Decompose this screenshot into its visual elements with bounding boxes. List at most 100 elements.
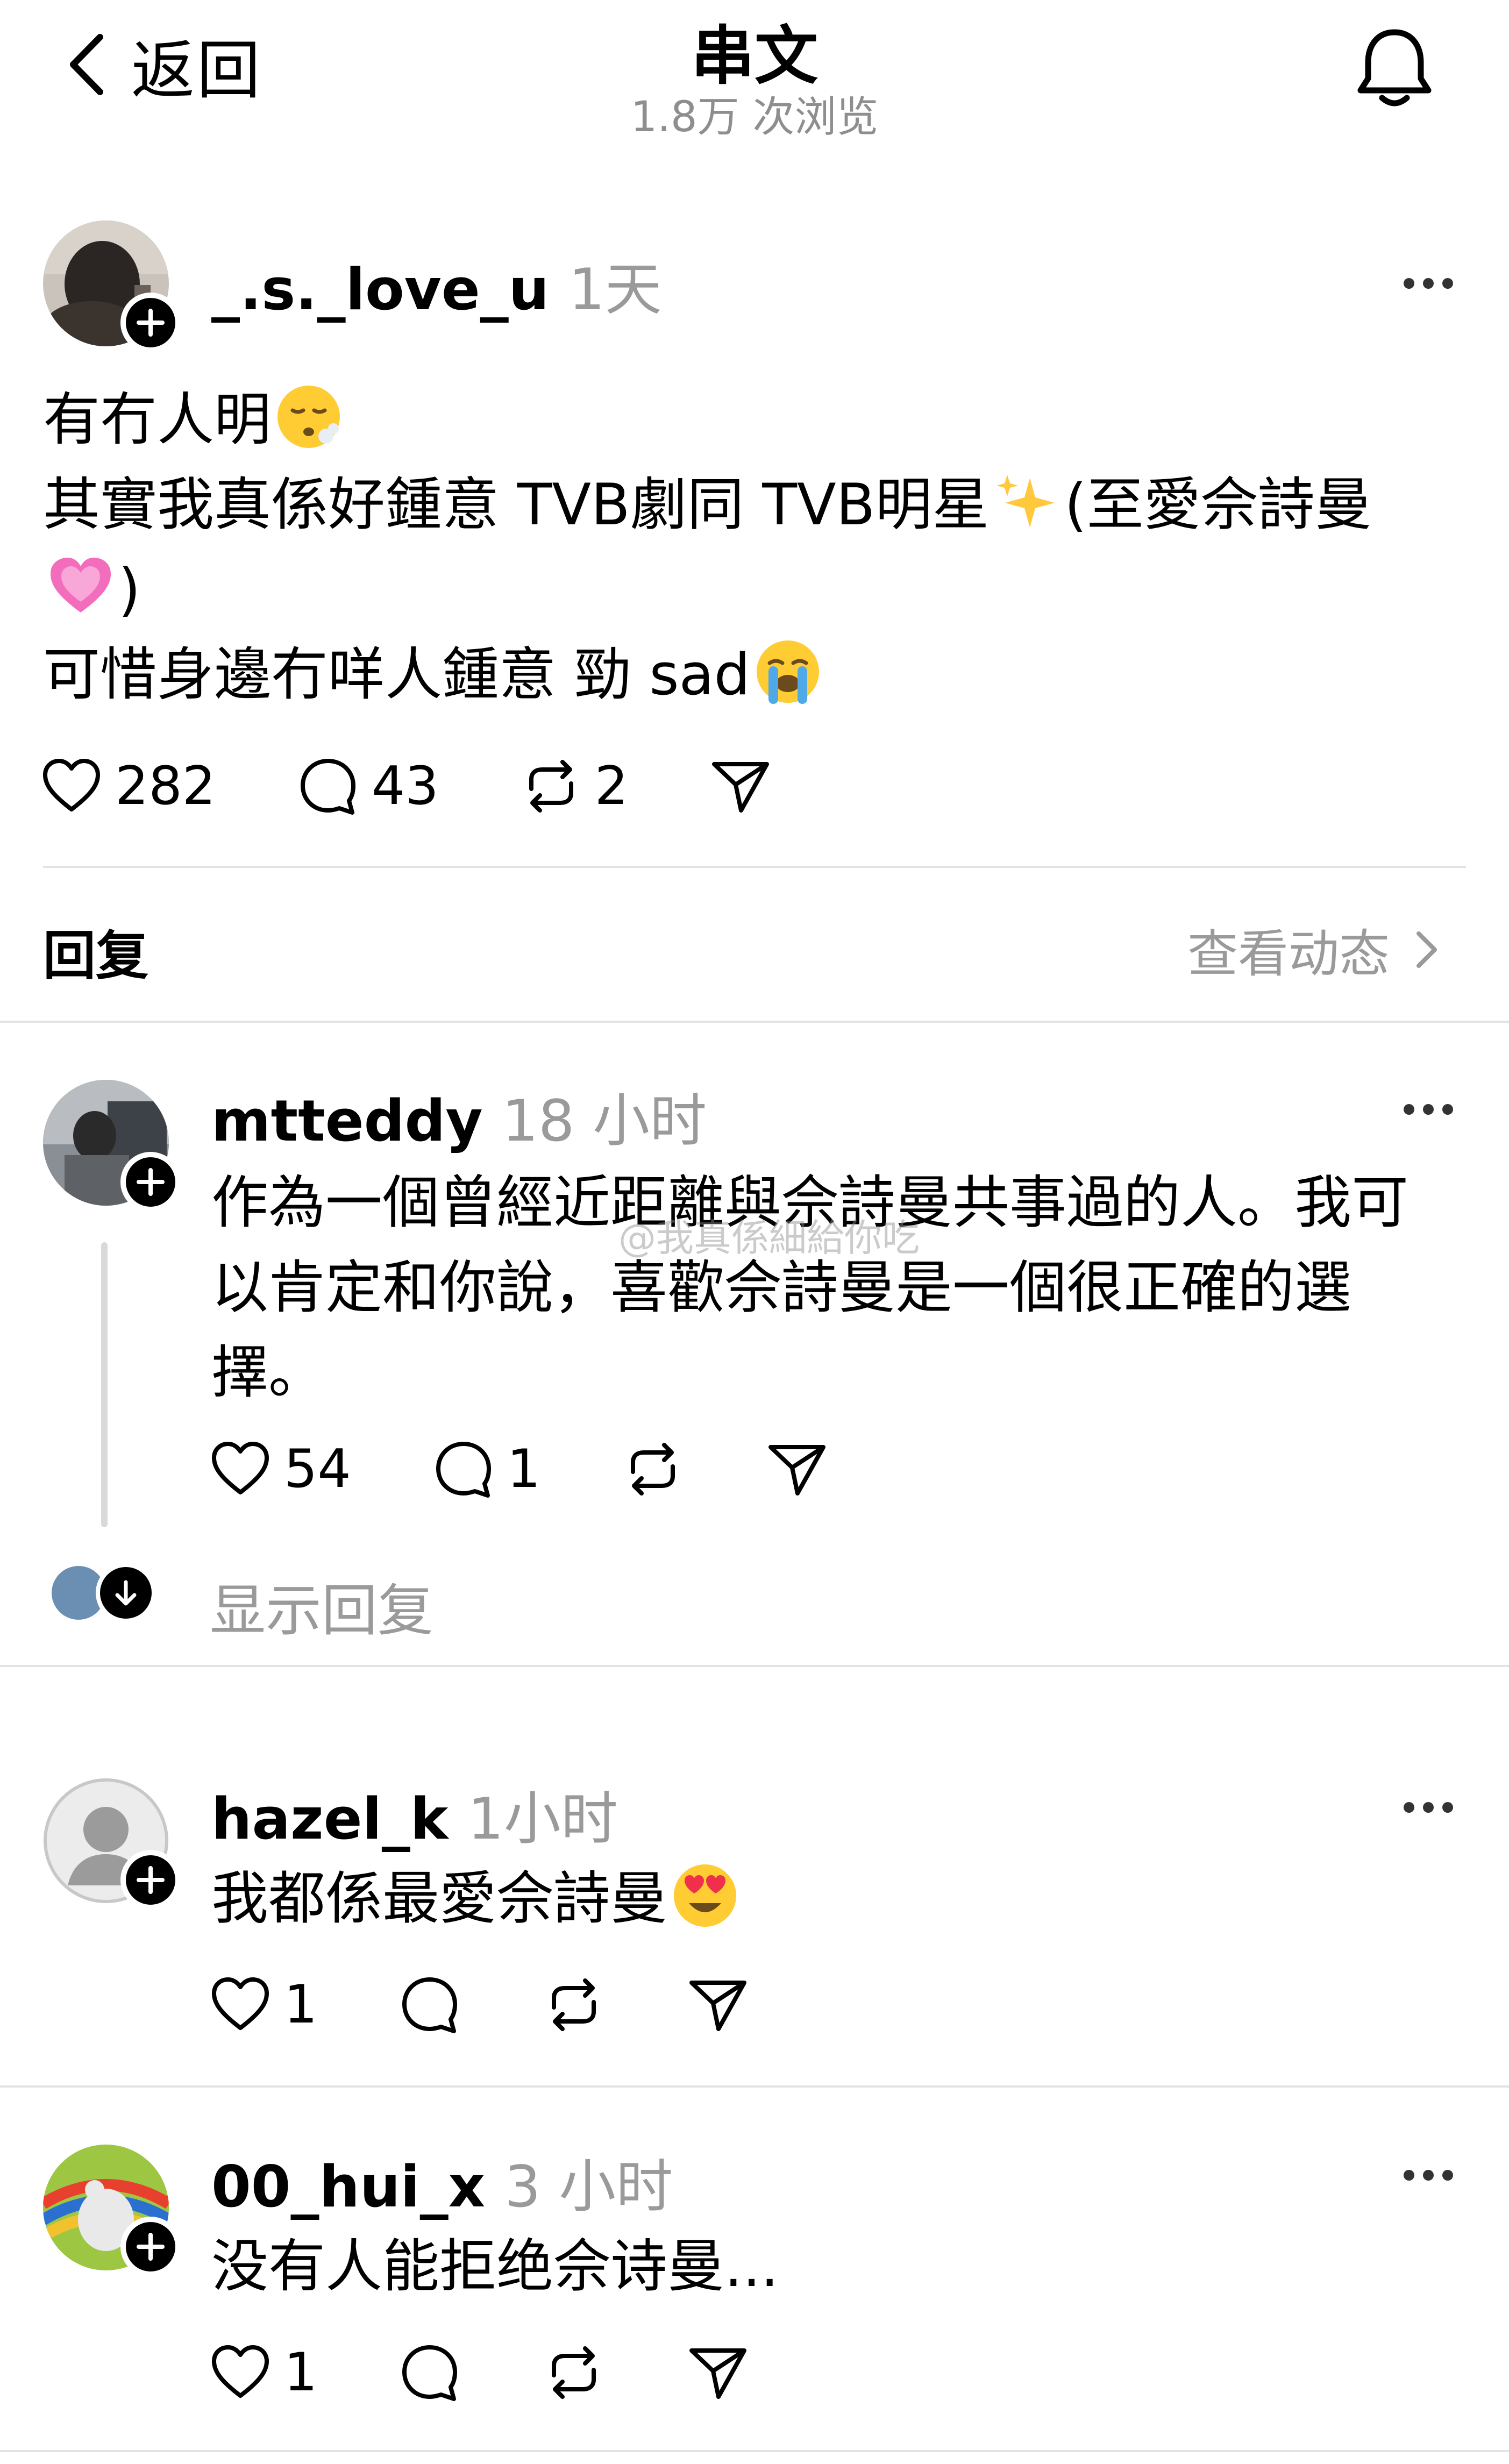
share-button[interactable] [686, 1972, 750, 2037]
send-icon [768, 1445, 826, 1496]
like-button[interactable]: 282 [40, 754, 216, 818]
reply-actions: 1 [209, 1972, 750, 2037]
bell-icon[interactable] [1354, 25, 1435, 111]
post-line: 其實我真係好鍾意 TVB劇同 TVB明星 (至愛佘詩曼 [43, 462, 1372, 547]
more-dots-icon [1404, 2170, 1453, 2181]
like-button[interactable]: 1 [209, 2340, 317, 2405]
comment-count: 43 [372, 756, 439, 817]
share-button[interactable] [686, 2340, 750, 2405]
view-activity-link[interactable]: 查看动态 [1187, 913, 1441, 986]
username[interactable]: mtteddy [211, 1088, 483, 1154]
post-line: 可惜身邊冇咩人鍾意 勁 sad [43, 632, 1372, 717]
comment-bubble-icon [402, 2345, 458, 2401]
comment-bubble-icon [301, 759, 356, 815]
divider [0, 2450, 1509, 2452]
like-count: 1 [284, 2342, 318, 2403]
reply-time: 18 小时 [502, 1088, 707, 1154]
reply-line: 我都係最愛佘詩曼 [211, 1856, 743, 1941]
like-count: 1 [284, 1974, 318, 2035]
reply-line: 擇。 [211, 1340, 325, 1406]
loudly-crying-face-emoji-icon [756, 640, 819, 704]
reply-text: 没有人能拒绝佘诗曼... [211, 2224, 779, 2309]
heart-eyes-emoji-icon [674, 1864, 736, 1927]
top-bar: 返回 串文 1.8万 次浏览 [0, 0, 1509, 145]
heart-icon [212, 2345, 269, 2398]
username[interactable]: _.s._love_u [211, 257, 549, 323]
arrow-down-icon [115, 1580, 137, 1606]
reply-time: 3 小时 [504, 2154, 673, 2220]
replies-heading: 回复 [43, 925, 149, 987]
more-options-button[interactable] [1403, 1799, 1454, 1815]
thread-line [101, 1242, 108, 1527]
comment-bubble-icon [436, 1442, 491, 1498]
send-icon [689, 2348, 747, 2399]
username[interactable]: hazel_k [211, 1786, 448, 1852]
post-line: 有冇人明 [43, 378, 1372, 462]
divider [0, 2085, 1509, 2088]
more-options-button[interactable] [1403, 1101, 1454, 1117]
share-button[interactable] [709, 754, 772, 818]
repost-button[interactable] [542, 2340, 606, 2405]
divider [0, 1665, 1509, 1667]
reply-text: 我都係最愛佘詩曼 [211, 1856, 743, 1941]
plus-icon [137, 309, 165, 337]
post-text: 有冇人明 其實我真係好鍾意 TVB劇同 TVB明星 (至愛佘詩曼 ) 可惜身邊冇咩… [43, 378, 1372, 717]
repost-icon [552, 2346, 596, 2399]
divider [0, 1021, 1509, 1023]
sparkles-emoji-icon [996, 475, 1055, 528]
comment-bubble-icon [402, 1977, 458, 2033]
view-activity-label: 查看动态 [1187, 925, 1390, 984]
like-button[interactable]: 1 [209, 1972, 317, 2037]
more-dots-icon [1404, 278, 1453, 289]
comment-count: 1 [507, 1438, 541, 1500]
expand-replies-button[interactable] [96, 1563, 156, 1623]
page-title: 串文 [691, 19, 818, 93]
like-count: 54 [284, 1438, 351, 1500]
follow-button[interactable] [120, 293, 181, 353]
follow-button[interactable] [120, 1850, 181, 1910]
comment-button[interactable] [398, 2340, 461, 2405]
show-replies-link[interactable]: 显示回复 [210, 1565, 433, 1646]
reply-header: mtteddy 18 小时 [211, 1074, 707, 1157]
face-exhaling-emoji-icon [277, 386, 340, 448]
repost-button[interactable] [621, 1437, 685, 1501]
repost-button[interactable] [542, 1972, 606, 2037]
plus-icon [137, 1866, 165, 1894]
repost-count: 2 [594, 756, 629, 817]
post-header: _.s._love_u 1天 [211, 243, 662, 326]
reply-actions: 1 [209, 2340, 750, 2405]
comment-button[interactable]: 43 [296, 754, 439, 818]
repost-button[interactable]: 2 [519, 754, 628, 818]
username[interactable]: 00_hui_x [211, 2154, 485, 2220]
watermark: @我真係細給你吃 [618, 1216, 920, 1260]
repost-icon [552, 1978, 596, 2031]
share-button[interactable] [765, 1437, 829, 1501]
send-icon [712, 762, 770, 813]
reply-header: hazel_k 1小时 [211, 1772, 618, 1855]
send-icon [689, 1981, 747, 2031]
post-actions: 282 43 2 [40, 754, 772, 818]
more-dots-icon [1404, 1104, 1453, 1115]
repost-icon [529, 760, 573, 813]
follow-button[interactable] [120, 2217, 181, 2277]
reply-header: 00_hui_x 3 小时 [211, 2140, 673, 2223]
plus-icon [137, 2233, 165, 2261]
post-time: 1天 [568, 257, 662, 323]
reply-text: 作為一個曾經近距離與佘詩曼共事過的人。我可 以肯定和你說，喜歡佘詩曼是一個很正確… [211, 1160, 1408, 1415]
like-button[interactable]: 54 [209, 1437, 351, 1501]
more-options-button[interactable] [1403, 275, 1454, 291]
chevron-right-icon [1417, 931, 1437, 968]
comment-button[interactable] [398, 1972, 461, 2037]
more-dots-icon [1404, 1802, 1453, 1813]
like-count: 282 [115, 756, 216, 817]
repost-icon [631, 1443, 675, 1496]
follow-button[interactable] [120, 1152, 181, 1212]
more-options-button[interactable] [1403, 2167, 1454, 2183]
post-line: ) [43, 547, 1372, 632]
comment-button[interactable]: 1 [432, 1437, 540, 1501]
heart-icon [212, 1977, 269, 2030]
plus-icon [137, 1168, 165, 1196]
heart-icon [212, 1442, 269, 1494]
view-count: 1.8万 次浏览 [630, 93, 879, 141]
reply-line: 没有人能拒绝佘诗曼... [211, 2233, 779, 2299]
